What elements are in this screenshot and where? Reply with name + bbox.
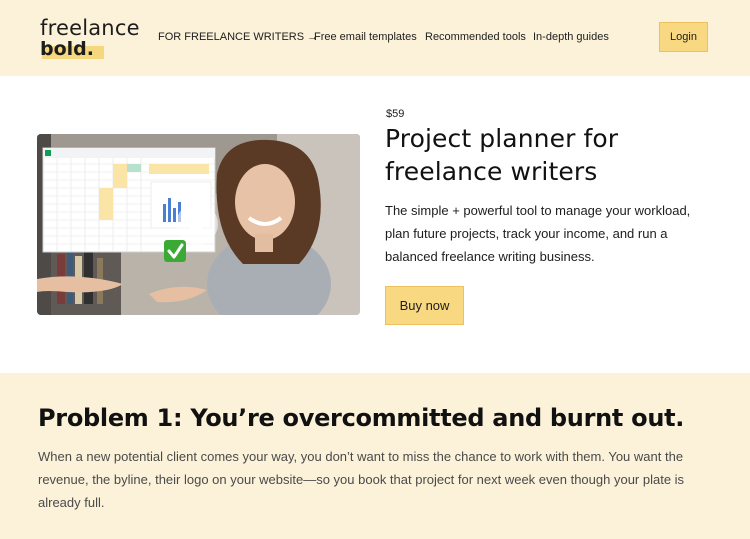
site-header: freelance bold. FOR FREELANCE WRITERS → … [0,0,750,76]
problem-heading: Problem 1: You’re overcommitted and burn… [38,404,685,432]
problem-section: Problem 1: You’re overcommitted and burn… [0,373,750,539]
page-title: Project planner for freelance writers [385,124,619,186]
nav-for-freelance-writers[interactable]: FOR FREELANCE WRITERS → [158,30,318,45]
video-thumbnail [37,134,360,315]
nav-free-email-templates[interactable]: Free email templates [314,30,417,45]
product-description: The simple + powerful tool to manage you… [385,203,691,264]
nav-recommended-tools[interactable]: Recommended tools [425,30,526,45]
problem-text: When a new potential client comes your w… [38,449,685,510]
nav-in-depth-guides[interactable]: In-depth guides [533,30,609,45]
product-video[interactable] [37,134,360,315]
login-button[interactable]: Login [659,22,708,52]
product-price: $59 [386,108,405,120]
checkmark-icon [164,240,186,262]
site-logo[interactable]: freelance bold. [40,15,140,61]
logo-text-bold: bold. [40,38,94,60]
buy-now-button[interactable]: Buy now [385,286,464,325]
play-icon [176,203,218,245]
